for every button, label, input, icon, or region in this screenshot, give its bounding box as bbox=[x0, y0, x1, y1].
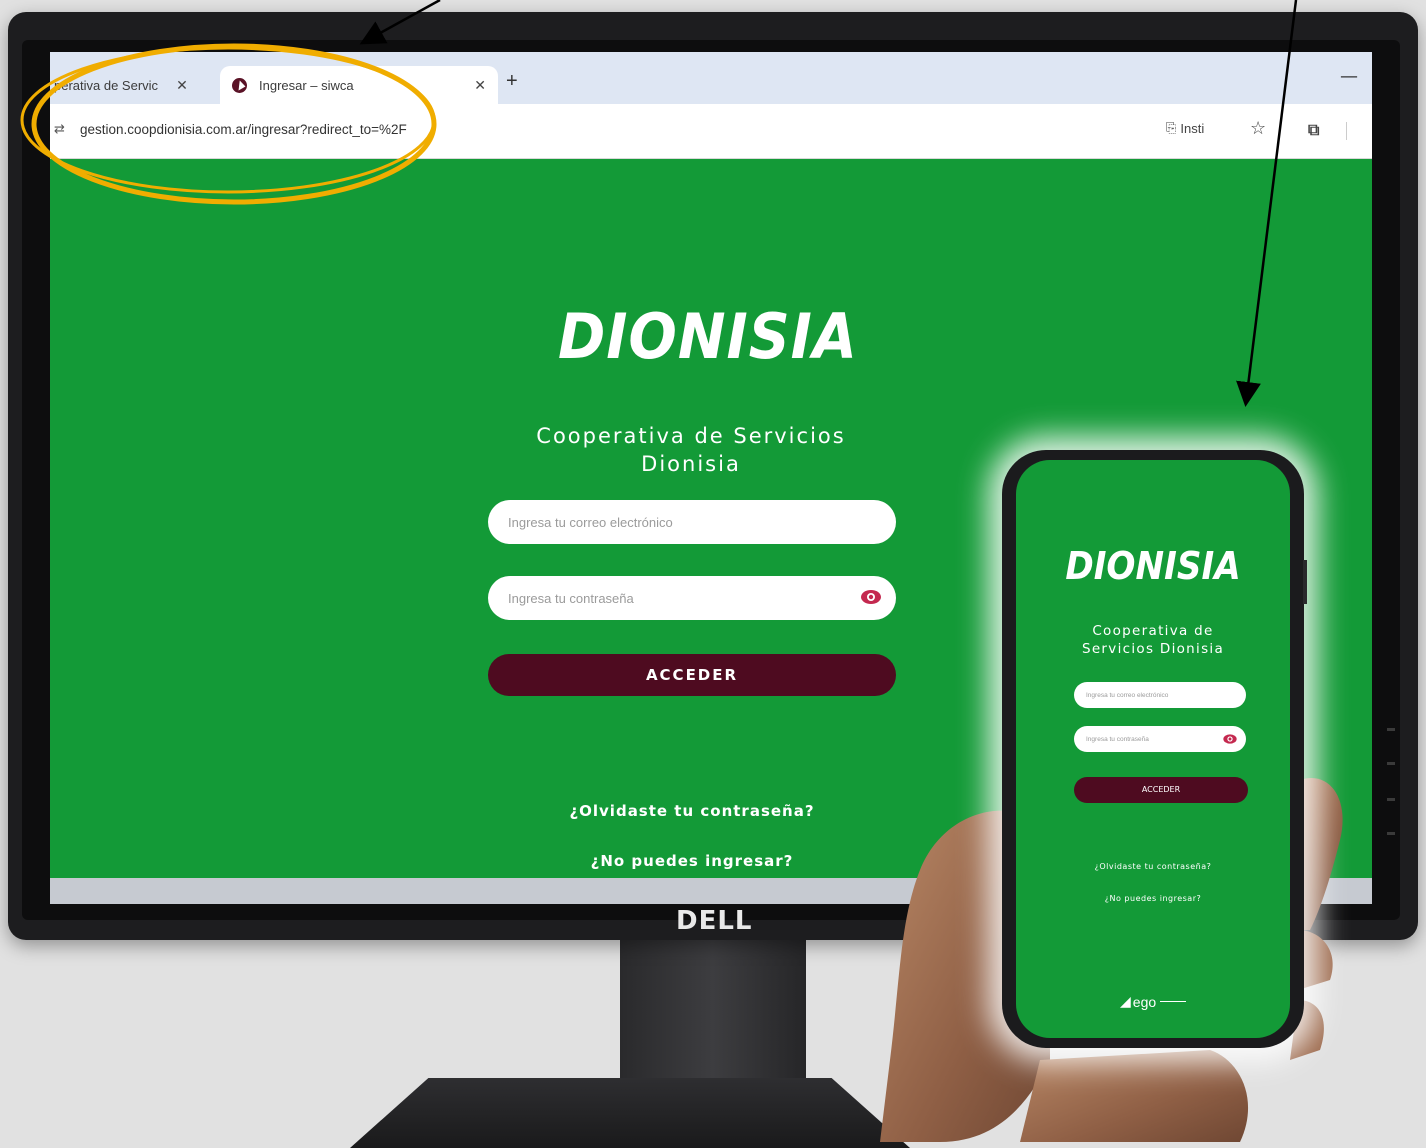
monitor-stand-neck bbox=[620, 938, 806, 1088]
install-icon: ⎘ bbox=[1166, 120, 1177, 135]
dell-logo: DELL bbox=[676, 906, 753, 936]
highlight-ellipse bbox=[20, 43, 437, 205]
cannot-login-link[interactable]: ¿No puedes ingresar? bbox=[462, 852, 922, 870]
eye-icon[interactable] bbox=[860, 588, 882, 606]
phone-organization-name: Cooperativa de Servicios Dionisia bbox=[1081, 623, 1225, 657]
minimize-button[interactable]: — bbox=[1340, 66, 1358, 87]
smartphone: DIONISIA Cooperativa de Servicios Dionis… bbox=[1002, 450, 1304, 1048]
phone-password-placeholder: Ingresa tu contraseña bbox=[1086, 735, 1149, 743]
star-icon[interactable]: ☆ bbox=[1250, 118, 1266, 139]
new-tab-button[interactable]: + bbox=[506, 70, 518, 93]
phone-password-field[interactable]: Ingresa tu contraseña bbox=[1074, 726, 1246, 752]
ego-line bbox=[1160, 1001, 1187, 1002]
install-label: Insti bbox=[1180, 120, 1205, 136]
close-icon[interactable]: ✕ bbox=[474, 77, 486, 94]
monitor-side-button bbox=[1387, 762, 1395, 765]
email-field[interactable]: Ingresa tu correo electrónico bbox=[488, 500, 896, 544]
eye-icon[interactable] bbox=[1222, 733, 1238, 745]
monitor-stand-base bbox=[350, 1078, 910, 1148]
access-button[interactable]: ACCEDER bbox=[488, 654, 896, 696]
phone-forgot-password-link[interactable]: ¿Olvidaste tu contraseña? bbox=[1046, 862, 1260, 871]
organization-name: Cooperativa de Servicios Dionisia bbox=[536, 424, 846, 476]
email-placeholder: Ingresa tu correo electrónico bbox=[508, 514, 673, 530]
monitor-side-button bbox=[1387, 798, 1395, 801]
phone-access-button[interactable]: ACCEDER bbox=[1074, 777, 1248, 803]
monitor-side-button bbox=[1387, 832, 1395, 835]
password-field[interactable]: Ingresa tu contraseña bbox=[488, 576, 896, 620]
password-placeholder: Ingresa tu contraseña bbox=[508, 590, 634, 606]
phone-email-placeholder: Ingresa tu correo electrónico bbox=[1086, 691, 1169, 699]
extensions-icon[interactable]: ⧉ bbox=[1308, 120, 1319, 140]
forgot-password-link[interactable]: ¿Olvidaste tu contraseña? bbox=[462, 802, 922, 820]
ego-brand-text: ego bbox=[1132, 993, 1157, 1010]
phone-screen: DIONISIA Cooperativa de Servicios Dionis… bbox=[1016, 460, 1290, 1038]
ego-logo: ◢ ego bbox=[1120, 993, 1210, 1010]
dionisia-logo: DIONISIA bbox=[558, 300, 858, 373]
phone-side-button bbox=[1303, 560, 1307, 604]
monitor-side-button bbox=[1387, 728, 1395, 731]
toolbar-divider bbox=[1346, 122, 1347, 140]
install-button[interactable]: ⎘ Insti bbox=[1166, 120, 1204, 136]
phone-email-field[interactable]: Ingresa tu correo electrónico bbox=[1074, 682, 1246, 708]
ego-arrow-icon: ◢ bbox=[1120, 993, 1131, 1009]
phone-cannot-login-link[interactable]: ¿No puedes ingresar? bbox=[1046, 894, 1260, 903]
phone-dionisia-logo: DIONISIA bbox=[1065, 544, 1241, 588]
